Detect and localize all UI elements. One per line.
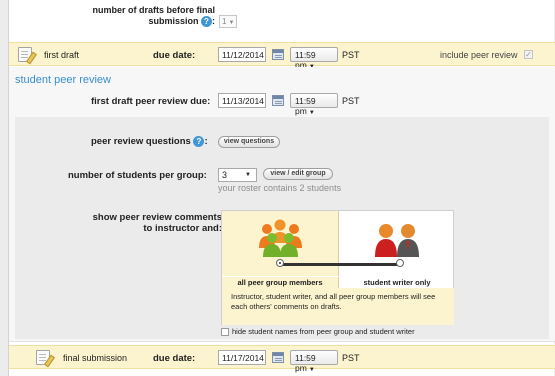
roster-note: your roster contains 2 students bbox=[218, 183, 342, 193]
peer-review-options-panel: peer review questions ?: view questions … bbox=[15, 117, 549, 339]
final-date-input[interactable]: 11/17/2014 bbox=[218, 350, 266, 365]
review-due-label: first draft peer review due: bbox=[91, 96, 211, 107]
questions-label: peer review questions ?: bbox=[91, 136, 208, 148]
peer-review-section: student peer review first draft peer rev… bbox=[9, 67, 555, 342]
group-size-select[interactable]: 3 ▼ bbox=[218, 168, 257, 182]
drafts-count-label: number of drafts before final submission… bbox=[92, 5, 215, 28]
include-peer-review-checkbox[interactable]: ✓ bbox=[524, 50, 533, 59]
show-comments-label: show peer review comments to instructor … bbox=[92, 212, 222, 234]
view-edit-group-button[interactable]: view / edit group bbox=[263, 168, 333, 180]
first-draft-row: first draft due date: 11/12/2014 11:59 p… bbox=[9, 42, 555, 70]
chevron-down-icon: ▼ bbox=[228, 20, 235, 26]
hide-names-label: hide student names from peer group and s… bbox=[232, 327, 415, 336]
help-icon[interactable]: ? bbox=[201, 16, 212, 28]
hide-names-checkbox[interactable] bbox=[221, 328, 229, 336]
final-submission-title: final submission bbox=[63, 353, 128, 363]
group-people-icon bbox=[259, 219, 302, 257]
timezone-label: PST bbox=[342, 96, 360, 106]
document-edit-icon bbox=[18, 47, 32, 62]
chevron-down-icon: ▼ bbox=[245, 172, 251, 178]
option-slider-track bbox=[280, 263, 400, 266]
include-peer-review-label: include peer review bbox=[440, 50, 518, 60]
chevron-down-icon: ▼ bbox=[308, 367, 315, 373]
calendar-icon[interactable] bbox=[272, 352, 284, 363]
timezone-label: PST bbox=[342, 50, 360, 60]
calendar-icon[interactable] bbox=[272, 95, 284, 106]
help-icon[interactable]: ? bbox=[193, 136, 205, 147]
calendar-icon[interactable] bbox=[272, 49, 284, 60]
document-edit-icon bbox=[36, 350, 50, 365]
first-draft-title: first draft bbox=[44, 50, 80, 60]
final-time-select[interactable]: 11:59 pm ▼ bbox=[290, 350, 338, 373]
view-questions-button[interactable]: view questions bbox=[218, 136, 280, 148]
first-draft-date-input[interactable]: 11/12/2014 bbox=[218, 47, 266, 62]
final-submission-row: final submission due date: 11/17/2014 11… bbox=[9, 345, 555, 373]
drafts-count-select[interactable]: 1 ▼ bbox=[219, 15, 238, 28]
first-draft-time-select[interactable]: 11:59 pm▼ bbox=[290, 47, 338, 70]
review-due-date-input[interactable]: 11/13/2014 bbox=[218, 93, 266, 108]
option-writer-label[interactable]: student writer only bbox=[340, 277, 454, 288]
writer-instructor-icon bbox=[375, 224, 419, 257]
group-size-label: number of students per group: bbox=[68, 170, 207, 181]
assignment-settings-panel: number of drafts before final submission… bbox=[8, 0, 555, 376]
section-title: student peer review bbox=[15, 74, 111, 86]
comment-visibility-options: all peer group members student writer on… bbox=[221, 210, 454, 325]
radio-writer-only[interactable] bbox=[396, 259, 404, 267]
option-description: Instructor, student writer, and all peer… bbox=[222, 288, 454, 325]
timezone-label: PST bbox=[342, 353, 360, 363]
review-due-time-select[interactable]: 11:59 pm ▼ bbox=[290, 93, 338, 116]
option-all-label[interactable]: all peer group members bbox=[222, 277, 339, 288]
due-date-label: due date: bbox=[153, 50, 196, 61]
chevron-down-icon: ▼ bbox=[308, 110, 315, 116]
radio-all-members[interactable] bbox=[276, 259, 284, 267]
due-date-label: due date: bbox=[153, 353, 196, 364]
